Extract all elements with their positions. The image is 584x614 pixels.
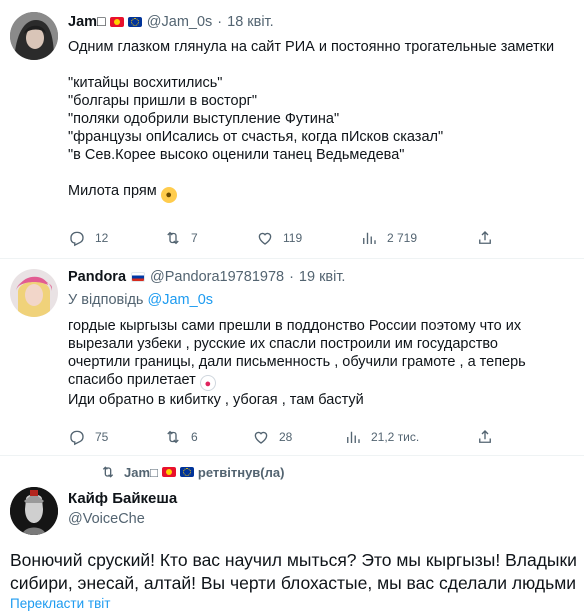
tweet-line: Одним глазком глянула на сайт РИА и пост… (68, 39, 555, 55)
reply-count: 75 (95, 430, 109, 444)
reply-icon (70, 430, 84, 446)
tweet-line: "в Сев.Корее высоко оценили танец Ведьме… (68, 147, 405, 163)
retweet-icon (167, 231, 179, 245)
like-button[interactable]: 119 (256, 228, 302, 248)
replying-to-label: У відповідь (68, 292, 144, 308)
retweeted-by: Jam□ ретвітнув(ла) (100, 464, 284, 480)
tweet-text: Одним глазком глянула на сайт РИА и пост… (68, 38, 554, 203)
tweet-line: Иди обратно в кибитку , убогая , там бас… (68, 392, 364, 408)
translate-tweet-link[interactable]: Перекласти твіт (10, 596, 110, 611)
tweet-header: Pandora @Pandora19781978 · 19 квіт. (68, 269, 345, 285)
russia-flag-icon (131, 272, 146, 282)
views-button[interactable]: 21,2 тис. (344, 427, 419, 447)
author-handle[interactable]: @Jam_0s (147, 14, 213, 30)
author-handle[interactable]: @Pandora19781978 (150, 269, 284, 285)
retweet-button[interactable]: 6 (164, 427, 198, 447)
tweet-line: "поляки одобрили выступление Футина" (68, 111, 340, 127)
tweet-line: очертили границы, дали письменность , об… (68, 354, 526, 370)
tweet-date[interactable]: 18 квіт. (227, 14, 274, 30)
tweet-text: гордые кыргызы сами прешли в поддонство … (68, 317, 526, 409)
avatar-photo (10, 12, 58, 60)
kyrgyzstan-flag-icon (109, 17, 124, 27)
share-button[interactable] (476, 228, 494, 248)
avatar[interactable] (10, 12, 58, 60)
author-name[interactable]: Кайф Байкеша (68, 490, 177, 507)
avatar[interactable] (10, 269, 58, 317)
retweet-count: 6 (191, 430, 198, 444)
author-name[interactable]: Pandora (68, 269, 126, 285)
retweet-button[interactable]: 7 (164, 228, 198, 248)
eu-flag-icon (179, 467, 194, 477)
like-count: 28 (279, 430, 293, 444)
hand-over-mouth-face-icon: ● (160, 187, 177, 203)
views-button[interactable]: 2 719 (360, 228, 417, 248)
tweet-line: "болгары пришли в восторг" (68, 93, 258, 109)
avatar-photo (10, 269, 58, 317)
retweet-icon (102, 466, 114, 478)
share-button[interactable] (476, 427, 494, 447)
retweeter-name[interactable]: Jam□ (124, 465, 158, 480)
tweet-line: Вонючий сруский! Кто вас научил мыться? … (10, 550, 577, 570)
avatar[interactable] (10, 487, 58, 535)
retweeted-label: ретвітнув(ла) (197, 464, 285, 480)
view-count: 21,2 тис. (371, 430, 420, 444)
like-button[interactable]: 28 (252, 427, 292, 447)
like-count: 119 (283, 231, 303, 245)
share-icon (479, 430, 491, 443)
tweet-header: Jam□ @Jam_0s · 18 квіт. (68, 14, 274, 30)
tweet-line: вырезали узбеки , русские их спасли пост… (68, 336, 498, 352)
tweet-line: спасибо прилетает ● (68, 371, 526, 391)
eu-flag-icon (127, 17, 142, 27)
tweet-date[interactable]: 19 квіт. (299, 269, 346, 285)
reply-icon (70, 231, 84, 247)
tweet-actions: 75 6 28 21,2 тис. (68, 427, 568, 447)
main-tweet-text: Вонючий сруский! Кто вас научил мыться? … (10, 549, 577, 595)
heart-icon (258, 232, 272, 245)
avatar-photo (10, 487, 58, 535)
views-chart-icon (347, 431, 360, 443)
separator-dot: · (289, 269, 294, 285)
view-count: 2 719 (387, 231, 418, 245)
reply-button[interactable]: 75 (68, 427, 108, 447)
tweet-line: сибири, энесай, алтай! Вы черти блохасты… (10, 573, 576, 593)
replying-to: У відповідь @Jam_0s (68, 292, 213, 308)
clown-face-icon: ● (199, 375, 216, 391)
replying-to-handle-link[interactable]: @Jam_0s (148, 292, 214, 308)
tweet-line: "китайцы восхитились" (68, 75, 223, 91)
tweet-line: "французы опИсались от счастья, когда пИ… (68, 129, 444, 145)
retweet-icon (167, 430, 179, 444)
divider (0, 455, 584, 456)
tweet-line-text: спасибо прилетает (68, 372, 196, 388)
heart-icon (254, 431, 268, 444)
separator-dot: · (217, 14, 223, 30)
author-name[interactable]: Jam□ (68, 14, 106, 30)
share-icon (479, 231, 491, 244)
reply-count: 12 (95, 231, 109, 245)
views-chart-icon (363, 232, 376, 244)
reply-button[interactable]: 12 (68, 228, 108, 248)
tweet-line: Милота прям ● (68, 182, 554, 203)
tweet-pandora[interactable]: Pandora @Pandora19781978 · 19 квіт. У ві… (0, 259, 584, 455)
kyrgyzstan-flag-icon (161, 467, 176, 477)
tweet-line: гордые кыргызы сами прешли в поддонство … (68, 318, 522, 334)
tweet-jam[interactable]: Jam□ @Jam_0s · 18 квіт. Одним глазком гл… (0, 0, 584, 258)
tweet-line-text: Милота прям (68, 183, 157, 199)
tweet-actions: 12 7 119 2 719 (68, 228, 568, 248)
retweet-count: 7 (191, 231, 198, 245)
author-handle[interactable]: @VoiceChe (68, 511, 145, 527)
